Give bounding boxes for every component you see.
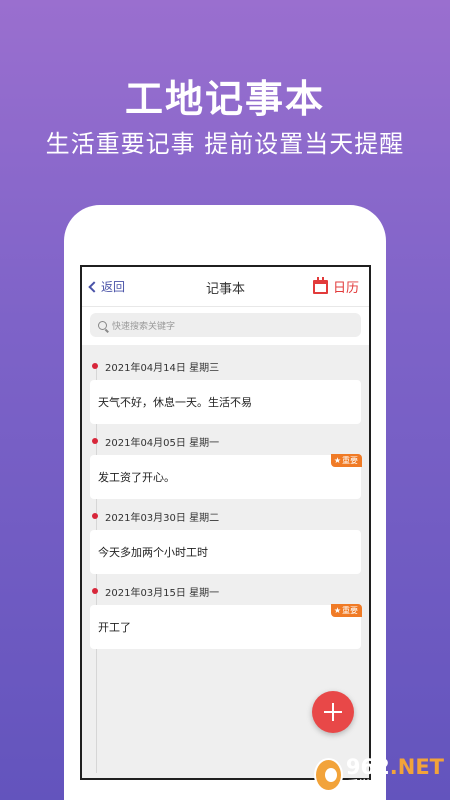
promo-subtitle: 生活重要记事 提前设置当天提醒 — [45, 130, 405, 158]
nav-bar: 返回 记事本 日历 — [82, 267, 369, 307]
search-placeholder: 快速搜索关键字 — [112, 321, 176, 332]
add-note-button[interactable] — [312, 691, 354, 733]
watermark-label: 乐游网 — [345, 779, 385, 794]
watermark-text: 962.NET 乐游网 — [345, 755, 444, 794]
entry-date: 2021年03月15日 星期一 — [105, 587, 220, 599]
watermark-number: 962 — [345, 755, 390, 779]
calendar-button[interactable]: 日历 — [312, 276, 359, 296]
note-list: 2021年04月14日 星期三 天气不好，休息一天。生活不易 2021年04月0… — [82, 345, 369, 649]
entry-date-row: 2021年04月05日 星期一 — [82, 432, 369, 450]
badge-label: 重要 — [342, 606, 358, 615]
watermark-suffix: .NET — [389, 755, 444, 779]
entry-date: 2021年03月30日 星期二 — [105, 512, 220, 524]
note-card[interactable]: 今天多加两个小时工时 — [90, 530, 361, 574]
note-text: 今天多加两个小时工时 — [98, 546, 208, 559]
calendar-label: 日历 — [332, 281, 359, 296]
app-screen: 返回 记事本 日历 快速搜索关键字 2021年04月14日 星期三 天气不好，休… — [80, 265, 371, 780]
timeline-dot — [92, 438, 98, 444]
timeline-dot — [92, 588, 98, 594]
timeline-dot — [92, 363, 98, 369]
list-item: 2021年04月14日 星期三 天气不好，休息一天。生活不易 — [82, 357, 369, 424]
list-item: 2021年03月15日 星期一 开工了 ★ 重要 — [82, 582, 369, 649]
search-bar: 快速搜索关键字 — [82, 307, 369, 345]
note-text: 发工资了开心。 — [98, 471, 175, 484]
badge-label: 重要 — [342, 456, 358, 465]
search-icon — [98, 320, 107, 330]
important-badge: ★ 重要 — [330, 454, 362, 467]
important-badge: ★ 重要 — [330, 604, 362, 617]
note-card[interactable]: 开工了 ★ 重要 — [90, 604, 362, 649]
entry-date-row: 2021年03月30日 星期二 — [82, 507, 369, 525]
star-icon: ★ — [333, 456, 341, 465]
entry-date-row: 2021年03月15日 星期一 — [82, 582, 369, 600]
search-input[interactable]: 快速搜索关键字 — [90, 313, 361, 337]
watermark-logo-icon — [314, 758, 343, 792]
site-watermark: 962.NET 乐游网 — [314, 754, 444, 796]
list-item: 2021年03月30日 星期二 今天多加两个小时工时 — [82, 507, 369, 574]
timeline-dot — [92, 513, 98, 519]
entry-date-row: 2021年04月14日 星期三 — [82, 357, 369, 375]
note-card[interactable]: 发工资了开心。 ★ 重要 — [90, 454, 362, 499]
star-icon: ★ — [333, 606, 341, 615]
note-text: 天气不好，休息一天。生活不易 — [98, 396, 252, 409]
calendar-icon — [312, 276, 328, 294]
note-card[interactable]: 天气不好，休息一天。生活不易 — [90, 380, 361, 424]
note-text: 开工了 — [98, 621, 131, 634]
entry-date: 2021年04月05日 星期一 — [105, 437, 220, 449]
entry-date: 2021年04月14日 星期三 — [105, 362, 220, 374]
list-item: 2021年04月05日 星期一 发工资了开心。 ★ 重要 — [82, 432, 369, 499]
promo-title: 工地记事本 — [124, 77, 325, 121]
